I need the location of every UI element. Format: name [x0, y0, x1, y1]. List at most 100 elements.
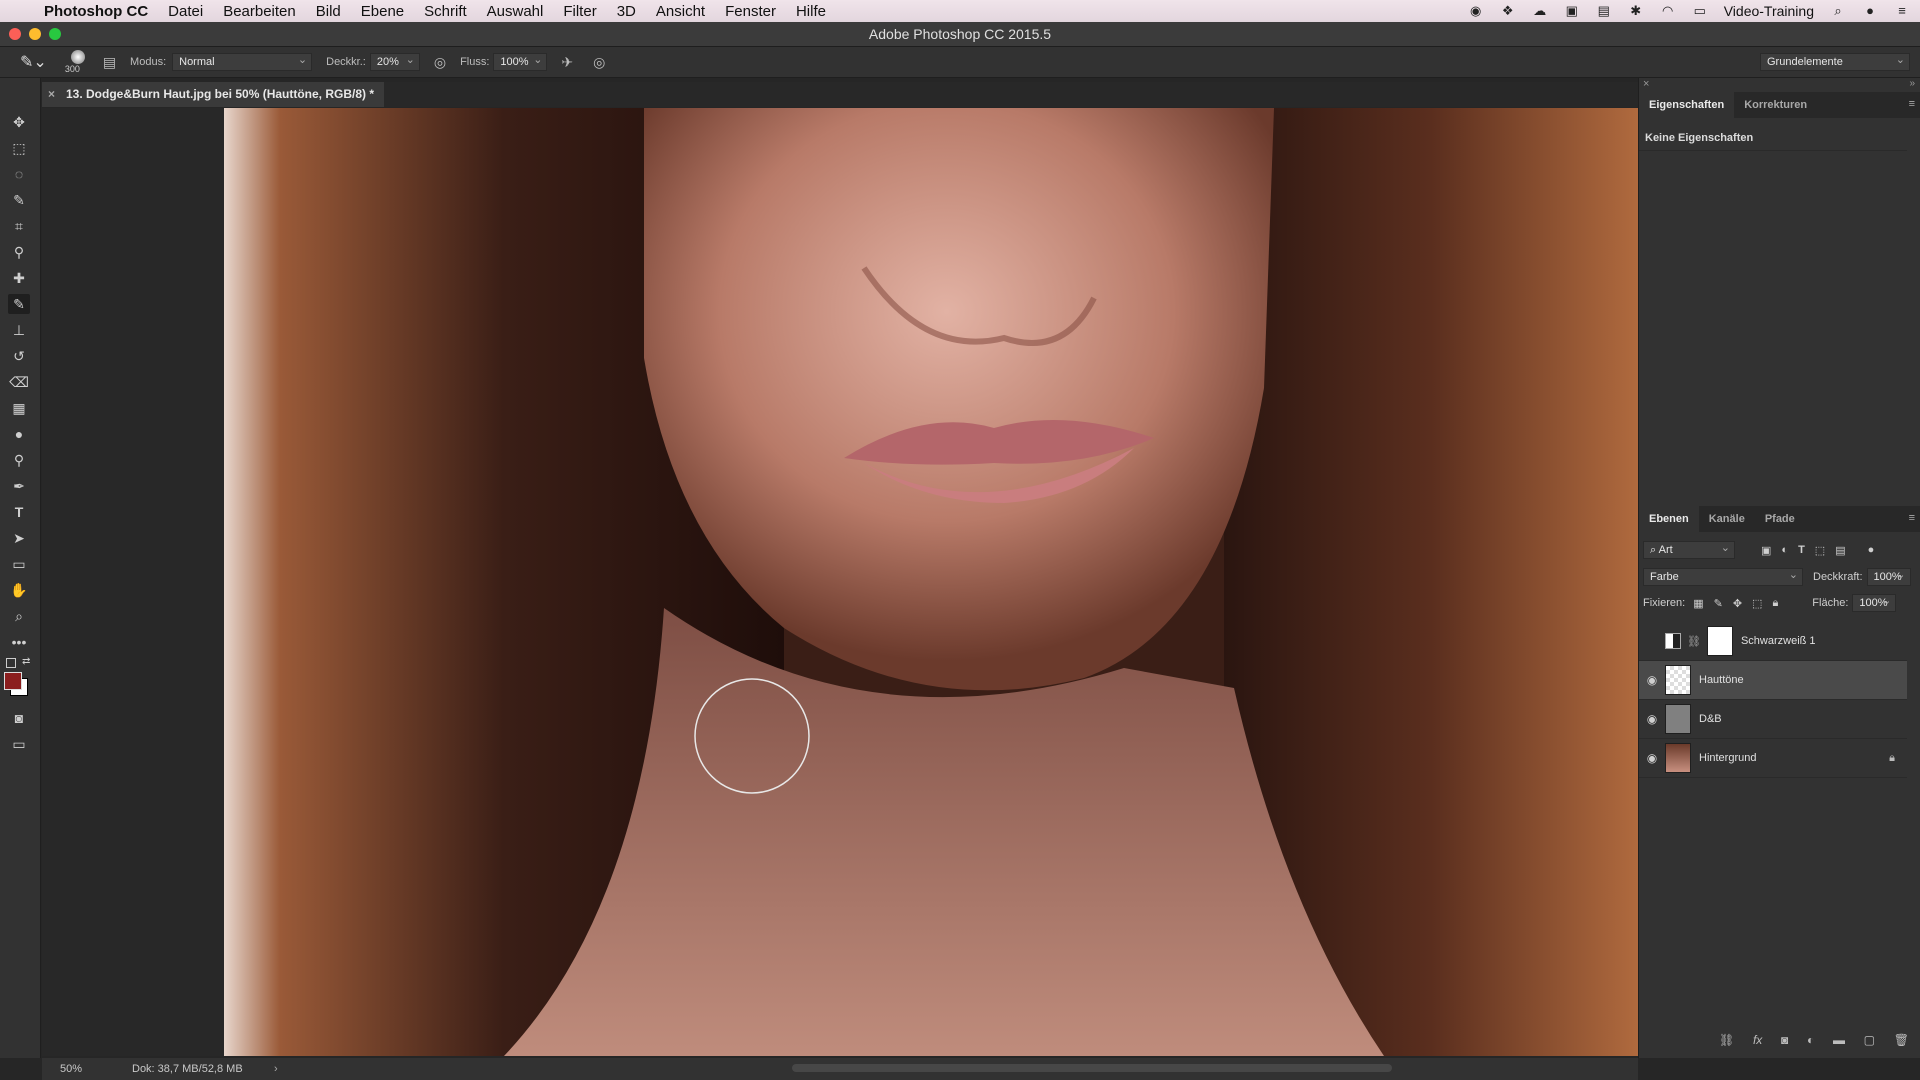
creative-cloud-icon[interactable]: ☁ — [1532, 4, 1548, 18]
tab-eigenschaften[interactable]: Eigenschaften — [1639, 92, 1735, 118]
quick-selection-tool-icon[interactable]: ✎ — [8, 190, 30, 210]
fill-input[interactable]: 100% — [1852, 593, 1897, 612]
hand-tool-icon[interactable]: ✋ — [8, 580, 30, 600]
menu-bearbeiten[interactable]: Bearbeiten — [213, 3, 306, 20]
menu-filter[interactable]: Filter — [553, 3, 606, 20]
close-window-button[interactable] — [9, 28, 21, 40]
app-menu[interactable]: Photoshop CC — [34, 3, 158, 20]
swap-colors-icon[interactable]: ⇄ — [22, 656, 30, 667]
workspace-select[interactable]: Grundelemente — [1760, 52, 1910, 71]
layer-row-db[interactable]: ◉ D&B — [1639, 700, 1907, 739]
spotlight-search-icon[interactable]: ⌕ — [1830, 4, 1846, 18]
filter-toggle-icon[interactable]: ● — [1868, 544, 1875, 556]
status-menu-icon[interactable]: › — [274, 1058, 278, 1080]
crop-tool-icon[interactable]: ⌗ — [8, 216, 30, 236]
layer-filter-select[interactable]: ⌕ Art — [1643, 540, 1735, 559]
mode-select[interactable]: Normal — [172, 52, 313, 71]
layer-row-schwarzweiss[interactable]: ⛓ Schwarzweiß 1 — [1639, 622, 1907, 661]
tab-kanaele[interactable]: Kanäle — [1699, 506, 1755, 532]
close-panel-icon[interactable]: × — [1643, 78, 1649, 90]
history-brush-tool-icon[interactable]: ↺ — [8, 346, 30, 366]
menu-ansicht[interactable]: Ansicht — [646, 3, 715, 20]
layer-row-hauttoene[interactable]: ◉ Hauttöne — [1639, 661, 1907, 700]
siri-icon[interactable]: ● — [1862, 4, 1878, 18]
quick-mask-icon[interactable]: ◙ — [8, 708, 30, 728]
filter-type-icon[interactable]: T — [1798, 544, 1805, 556]
visibility-eye-icon[interactable]: ◉ — [1639, 673, 1665, 687]
layer-mask-thumbnail[interactable] — [1706, 626, 1733, 656]
brush-tool-preset-icon[interactable]: ✎⌄ — [20, 52, 47, 72]
user-name[interactable]: Video-Training — [1724, 3, 1814, 19]
rectangle-tool-icon[interactable]: ▭ — [8, 554, 30, 574]
layer-name[interactable]: Hintergrund — [1699, 752, 1756, 764]
new-adjustment-layer-icon[interactable]: ◐ — [1807, 1033, 1814, 1047]
lock-all-icon[interactable]: 🔒︎ — [1772, 597, 1778, 610]
menu-fenster[interactable]: Fenster — [715, 3, 786, 20]
eyedropper-tool-icon[interactable]: ⚲ — [8, 242, 30, 262]
brush-size-picker[interactable]: 300 — [61, 47, 95, 77]
filter-shape-icon[interactable]: ⬚ — [1815, 544, 1825, 557]
blur-tool-icon[interactable]: ● — [8, 424, 30, 444]
delete-layer-icon[interactable]: 🗑︎ — [1894, 1033, 1909, 1047]
menu-ebene[interactable]: Ebene — [351, 3, 414, 20]
pen-tool-icon[interactable]: ✒ — [8, 476, 30, 496]
opacity-input[interactable]: 20% — [369, 52, 420, 71]
lock-artboard-icon[interactable]: ⬚ — [1752, 597, 1762, 610]
panel-menu-icon[interactable]: ≡ — [1909, 98, 1915, 110]
layer-thumbnail[interactable] — [1665, 704, 1691, 734]
clone-stamp-tool-icon[interactable]: ⊥ — [8, 320, 30, 340]
menu-auswahl[interactable]: Auswahl — [477, 3, 554, 20]
notification-icon[interactable]: ▣ — [1564, 4, 1580, 18]
move-tool-icon[interactable]: ✥ — [8, 112, 30, 132]
blend-mode-select[interactable]: Farbe — [1643, 567, 1803, 586]
tab-korrekturen[interactable]: Korrekturen — [1734, 92, 1817, 118]
brush-tool-icon[interactable]: ✎ — [8, 294, 30, 314]
lock-image-icon[interactable]: ✎ — [1714, 597, 1723, 610]
layers-panel-menu-icon[interactable]: ≡ — [1909, 512, 1915, 524]
gradient-tool-icon[interactable]: ▦ — [8, 398, 30, 418]
minimize-window-button[interactable] — [29, 28, 41, 40]
document-tab[interactable]: × 13. Dodge&Burn Haut.jpg bei 50% (Hautt… — [42, 82, 385, 107]
bluetooth-icon[interactable]: ✱ — [1628, 4, 1644, 18]
link-layers-icon[interactable]: ⛓ — [1719, 1033, 1734, 1047]
menu-datei[interactable]: Datei — [158, 3, 213, 20]
layer-row-hintergrund[interactable]: ◉ Hintergrund 🔒︎ — [1639, 739, 1907, 778]
path-selection-tool-icon[interactable]: ➤ — [8, 528, 30, 548]
visibility-eye-icon[interactable]: ◉ — [1639, 712, 1665, 726]
layer-thumbnail[interactable] — [1665, 665, 1691, 695]
zoom-tool-icon[interactable]: ⌕ — [8, 606, 30, 626]
airbrush-icon[interactable]: ✈ — [561, 54, 573, 71]
fx-icon[interactable]: fx — [1753, 1033, 1762, 1047]
pressure-opacity-icon[interactable]: ◎ — [434, 54, 446, 71]
brush-panel-toggle-icon[interactable]: ▤ — [103, 54, 116, 71]
menu-3d[interactable]: 3D — [607, 3, 646, 20]
dropbox-icon[interactable]: ❖ — [1500, 4, 1516, 18]
record-icon[interactable]: ◉ — [1468, 4, 1484, 18]
layer-name[interactable]: D&B — [1699, 713, 1722, 725]
zoom-level[interactable]: 50% — [60, 1058, 82, 1080]
lock-position-icon[interactable]: ✥ — [1733, 597, 1742, 610]
notification-center-icon[interactable]: ≡ — [1894, 4, 1910, 18]
zoom-window-button[interactable] — [49, 28, 61, 40]
tab-ebenen[interactable]: Ebenen — [1639, 506, 1699, 532]
tab-pfade[interactable]: Pfade — [1755, 506, 1805, 532]
filter-adjustment-icon[interactable]: ◐ — [1781, 544, 1788, 556]
type-tool-icon[interactable]: T — [8, 502, 30, 522]
layer-name[interactable]: Hauttöne — [1699, 674, 1744, 686]
link-icon[interactable]: ⛓ — [1687, 635, 1701, 648]
menu-schrift[interactable]: Schrift — [414, 3, 477, 20]
new-group-icon[interactable]: ▬ — [1833, 1033, 1845, 1047]
layer-name[interactable]: Schwarzweiß 1 — [1741, 635, 1816, 647]
layer-opacity-input[interactable]: 100% — [1866, 567, 1911, 586]
wifi-icon[interactable]: ◠ — [1660, 4, 1676, 18]
display-icon[interactable]: ▭ — [1692, 4, 1708, 18]
filter-smartobject-icon[interactable]: ▤ — [1835, 544, 1845, 557]
flow-input[interactable]: 100% — [493, 52, 548, 71]
eraser-tool-icon[interactable]: ⌫ — [8, 372, 30, 392]
healing-brush-tool-icon[interactable]: ✚ — [8, 268, 30, 288]
dodge-tool-icon[interactable]: ⚲ — [8, 450, 30, 470]
menu-bild[interactable]: Bild — [306, 3, 351, 20]
screen-mode-icon[interactable]: ▭ — [8, 734, 30, 754]
filter-pixel-icon[interactable]: ▣ — [1761, 544, 1771, 557]
lasso-tool-icon[interactable]: ◌ — [8, 164, 30, 184]
